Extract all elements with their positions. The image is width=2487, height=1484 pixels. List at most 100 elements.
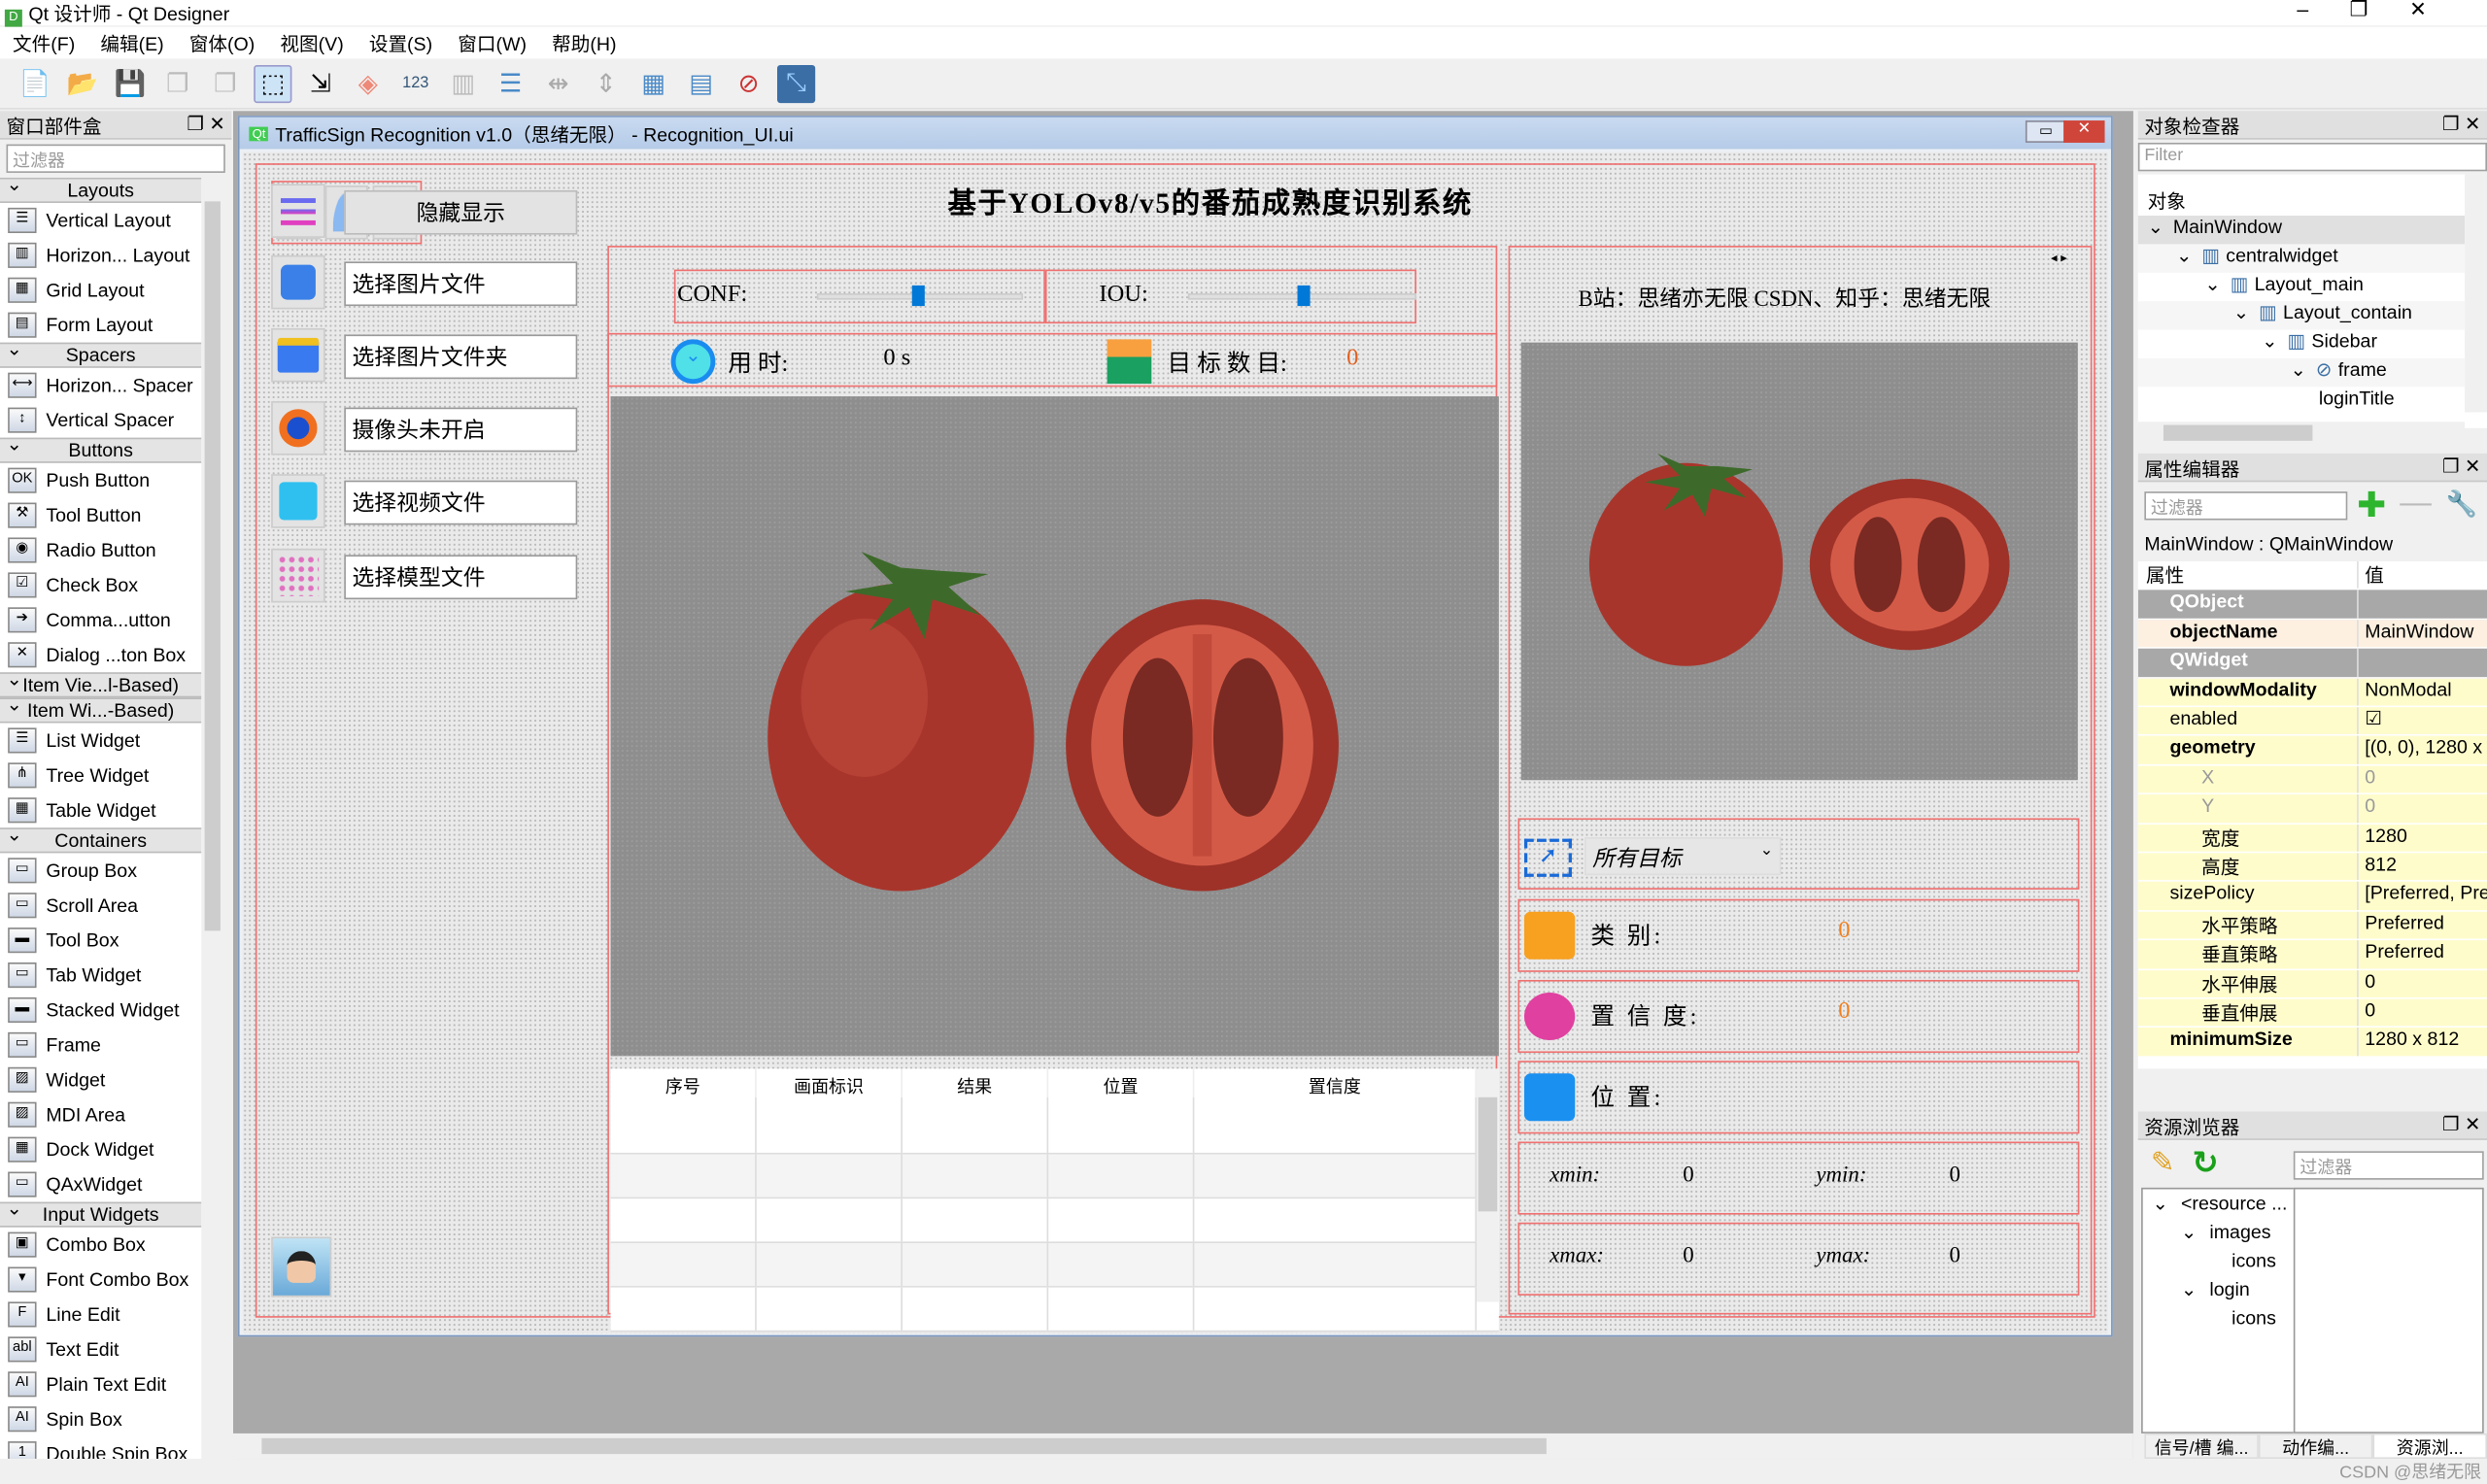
- property-value[interactable]: [2357, 590, 2487, 619]
- mdi-horizontal-scrollbar[interactable]: [232, 1433, 2133, 1460]
- dock-tab[interactable]: 资源浏...: [2372, 1433, 2487, 1460]
- menu-item[interactable]: 设置(S): [357, 27, 445, 59]
- table-row[interactable]: [610, 1154, 1499, 1199]
- widget-category[interactable]: Item Vie...l-Based): [0, 667, 202, 698]
- column-header[interactable]: 结果: [903, 1068, 1049, 1097]
- property-row[interactable]: 水平策略 Preferred: [2137, 911, 2487, 941]
- property-value[interactable]: 0: [2357, 998, 2487, 1027]
- object-tree-item[interactable]: ⌄ MainWindow: [2137, 216, 2466, 245]
- widget-item[interactable]: ▾ Font Combo Box: [0, 1263, 201, 1298]
- widget-item[interactable]: ▦ Grid Layout: [0, 273, 201, 308]
- object-tree-item[interactable]: ⌄ ▥ Layout_main: [2137, 272, 2466, 302]
- table-row[interactable]: [610, 1287, 1499, 1332]
- new-file-icon[interactable]: 📄: [16, 64, 53, 102]
- sidebar-button[interactable]: 摄像头未开启: [344, 407, 578, 453]
- property-filter-input[interactable]: 过滤器: [2144, 491, 2348, 521]
- minimize-button[interactable]: ▭: [2025, 120, 2067, 143]
- widget-category[interactable]: Item Wi...-Based): [0, 692, 202, 724]
- table-row[interactable]: [610, 1242, 1499, 1288]
- sidebar-button[interactable]: 选择图片文件: [344, 261, 578, 307]
- edit-signals-icon[interactable]: ⇲: [301, 64, 339, 102]
- menu-item[interactable]: 帮助(H): [539, 27, 630, 59]
- widget-item[interactable]: ↕ Vertical Spacer: [0, 403, 201, 438]
- layout-form-icon[interactable]: ▤: [682, 64, 720, 102]
- edit-widgets-icon[interactable]: ⬚: [254, 64, 292, 103]
- edit-tab-order-icon[interactable]: 123: [396, 64, 434, 102]
- table-row[interactable]: [610, 1096, 1499, 1155]
- folder-icon[interactable]: [271, 327, 325, 383]
- property-row[interactable]: 高度 812: [2137, 853, 2487, 883]
- object-tree-item[interactable]: ⌄ ▥ Sidebar: [2137, 329, 2466, 358]
- widget-item[interactable]: OK Push Button: [0, 463, 201, 498]
- adjust-size-icon[interactable]: ⤡: [776, 64, 816, 103]
- widget-item[interactable]: ⋔ Tree Widget: [0, 758, 201, 793]
- widget-category[interactable]: Layouts: [0, 177, 202, 203]
- property-row[interactable]: enabled ☑: [2137, 707, 2487, 737]
- iou-slider[interactable]: [1187, 285, 1416, 307]
- object-tree-item[interactable]: ⌄ ▥ Layout_contain: [2137, 301, 2466, 330]
- splitter-vertical-icon[interactable]: ⇕: [587, 64, 625, 102]
- widget-item[interactable]: ▭ QAxWidget: [0, 1167, 201, 1202]
- menu-item[interactable]: 视图(V): [267, 27, 356, 59]
- property-value[interactable]: Preferred: [2357, 911, 2487, 939]
- sidebar-button[interactable]: 选择模型文件: [344, 555, 578, 600]
- dock-tab[interactable]: 动作编...: [2258, 1433, 2373, 1460]
- property-row[interactable]: 垂直伸展 0: [2137, 998, 2487, 1029]
- object-tree-vscroll[interactable]: [2465, 174, 2487, 413]
- property-row[interactable]: X0: [2137, 765, 2487, 795]
- menu-item[interactable]: 窗口(W): [445, 27, 539, 59]
- layout-vertical-icon[interactable]: ☰: [492, 64, 529, 102]
- chevron-down-icon[interactable]: ⌄: [2176, 244, 2192, 266]
- object-tree-item[interactable]: ⌄ ⊘ frame: [2137, 357, 2466, 388]
- widget-item[interactable]: ◉ Radio Button: [0, 533, 201, 568]
- property-value[interactable]: NonModal: [2357, 678, 2487, 706]
- property-row[interactable]: 水平伸展 0: [2137, 969, 2487, 999]
- sidebar-button[interactable]: 隐藏显示: [344, 189, 578, 235]
- property-value[interactable]: [(0, 0), 1280 x 812]: [2357, 736, 2487, 764]
- property-row[interactable]: Y0: [2137, 794, 2487, 825]
- widget-item[interactable]: ⚒ Tool Button: [0, 498, 201, 533]
- float-close-icons[interactable]: ❐ ✕: [187, 113, 224, 136]
- widget-item[interactable]: ☰ List Widget: [0, 723, 201, 758]
- property-row[interactable]: QObject: [2137, 590, 2487, 621]
- property-row[interactable]: QWidget: [2137, 649, 2487, 679]
- column-header[interactable]: 画面标识: [757, 1068, 903, 1097]
- chevron-down-icon[interactable]: ⌄: [2262, 330, 2277, 353]
- chevron-down-icon[interactable]: ⌄: [2181, 1278, 2197, 1300]
- model-dots-icon[interactable]: [271, 548, 325, 603]
- menu-item[interactable]: 窗体(O): [177, 27, 268, 59]
- float-close-icons[interactable]: ❐ ✕: [2442, 113, 2480, 136]
- property-row[interactable]: minimumSize 1280 x 812: [2137, 1028, 2487, 1058]
- menu-item[interactable]: 编辑(E): [87, 27, 176, 59]
- widget-list-scrollbar[interactable]: [201, 177, 224, 1460]
- edit-resources-icon[interactable]: ✎: [2151, 1146, 2175, 1179]
- reload-icon[interactable]: ↻: [2192, 1143, 2218, 1183]
- widget-item[interactable]: AI Plain Text Edit: [0, 1366, 201, 1401]
- table-row[interactable]: [610, 1198, 1499, 1243]
- conf-slider[interactable]: [816, 285, 1024, 307]
- property-value[interactable]: 812: [2357, 853, 2487, 881]
- widget-item[interactable]: ✕ Dialog ...ton Box: [0, 637, 201, 672]
- hamburger-menu-icon[interactable]: [271, 184, 325, 238]
- property-row[interactable]: sizePolicy [Preferred, Preferred, 0, 0]: [2137, 882, 2487, 912]
- video-play-icon[interactable]: [271, 474, 325, 528]
- copy-icon[interactable]: ❐: [158, 64, 196, 102]
- widget-item[interactable]: F Line Edit: [0, 1298, 201, 1332]
- property-value[interactable]: [2357, 649, 2487, 677]
- chevron-down-icon[interactable]: ⌄: [2233, 301, 2249, 323]
- widget-item[interactable]: ▬ Tool Box: [0, 923, 201, 958]
- camera-icon[interactable]: [271, 401, 325, 455]
- chevron-down-icon[interactable]: ⌄: [2291, 358, 2306, 381]
- object-tree-item[interactable]: ⌄ ▥ centralwidget: [2137, 244, 2466, 273]
- edit-buddies-icon[interactable]: ◈: [349, 64, 387, 102]
- resource-filter-input[interactable]: 过滤器: [2293, 1151, 2484, 1180]
- object-tree-hscroll[interactable]: [2137, 422, 2466, 445]
- property-value[interactable]: 0: [2357, 794, 2487, 823]
- widget-item[interactable]: ☑ Check Box: [0, 567, 201, 602]
- property-row[interactable]: 垂直策略 Preferred: [2137, 940, 2487, 970]
- widget-item[interactable]: ▭ Tab Widget: [0, 958, 201, 993]
- image-icon[interactable]: [271, 254, 325, 310]
- add-property-icon[interactable]: ✚: [2357, 486, 2386, 526]
- float-close-icons[interactable]: ❐ ✕: [2442, 1113, 2480, 1136]
- paste-icon[interactable]: ❐: [206, 64, 244, 102]
